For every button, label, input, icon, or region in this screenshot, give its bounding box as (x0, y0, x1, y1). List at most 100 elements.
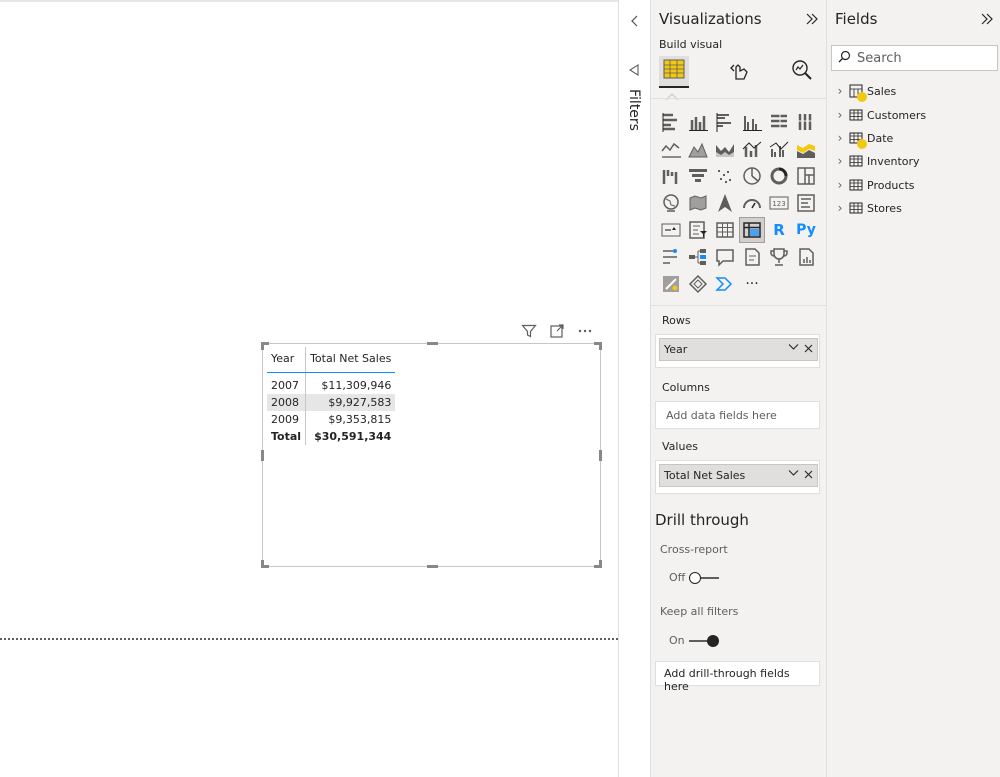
remove-field-icon[interactable] (804, 342, 813, 356)
power-apps-icon[interactable] (659, 272, 683, 296)
qa-icon[interactable] (713, 245, 737, 269)
focus-mode-icon[interactable] (548, 322, 566, 340)
cross-report-toggle[interactable]: Off (669, 571, 720, 584)
report-canvas[interactable]: Year Total Net Sales 2007 $11,309,946 20… (0, 0, 618, 777)
double-chevron-right-icon[interactable] (803, 10, 821, 28)
table-row[interactable]: 2009 $9,353,815 (267, 411, 396, 428)
resize-handle-right[interactable] (599, 450, 602, 461)
resize-handle-top-right[interactable] (594, 342, 602, 350)
waterfall-chart-icon[interactable] (659, 164, 683, 188)
chevron-right-icon[interactable]: › (835, 84, 845, 98)
field-table-name: Stores (867, 201, 902, 215)
line-chart-icon[interactable] (659, 137, 683, 161)
kpi-icon[interactable] (659, 218, 683, 242)
field-table-inventory[interactable]: › Inventory (835, 151, 920, 171)
chevron-right-icon[interactable]: › (835, 154, 845, 168)
more-visuals-icon[interactable]: ··· (740, 272, 764, 296)
rows-field-pill[interactable]: Year (659, 338, 818, 361)
drill-through-well[interactable]: Add drill-through fields here (655, 661, 820, 693)
resize-handle-bottom-right[interactable] (594, 560, 602, 568)
area-chart-icon[interactable] (686, 137, 710, 161)
100-stacked-bar-chart-icon[interactable] (767, 110, 791, 134)
column-header-total-net-sales[interactable]: Total Net Sales (305, 347, 396, 373)
field-table-stores[interactable]: › Stores (835, 198, 902, 218)
stacked-bar-chart-icon[interactable] (659, 110, 683, 134)
multi-row-card-icon[interactable] (794, 191, 818, 215)
decomposition-tree-icon[interactable] (686, 245, 710, 269)
values-field-pill[interactable]: Total Net Sales (659, 464, 818, 487)
line-and-clustered-column-icon[interactable] (767, 137, 791, 161)
resize-handle-bottom-left[interactable] (261, 560, 269, 568)
resize-handle-left[interactable] (261, 450, 264, 461)
chevron-right-icon[interactable]: › (835, 201, 845, 215)
more-options-icon[interactable] (576, 322, 594, 340)
filter-icon[interactable] (520, 322, 538, 340)
r-visual-icon[interactable]: R (767, 218, 791, 242)
100-stacked-column-chart-icon[interactable] (794, 110, 818, 134)
build-visual-tab[interactable] (659, 56, 689, 88)
chevron-right-icon[interactable]: › (835, 131, 845, 145)
analytics-tab[interactable] (787, 56, 817, 88)
treemap-icon[interactable] (794, 164, 818, 188)
key-influencers-icon[interactable] (659, 245, 683, 269)
chevron-down-icon[interactable] (788, 469, 799, 480)
clustered-column-chart-icon[interactable] (740, 110, 764, 134)
filters-expand[interactable]: Filters (626, 62, 642, 131)
filled-map-icon[interactable] (686, 191, 710, 215)
funnel-icon[interactable] (686, 164, 710, 188)
table-icon[interactable] (713, 218, 737, 242)
drill-through-title: Drill through (655, 511, 749, 529)
chevron-left-icon[interactable] (627, 13, 643, 29)
table-icon (849, 154, 863, 168)
matrix-visual[interactable]: Year Total Net Sales 2007 $11,309,946 20… (261, 342, 602, 568)
remove-field-icon[interactable] (804, 468, 813, 482)
chevron-right-icon[interactable]: › (835, 178, 845, 192)
search-input[interactable]: Search (831, 45, 998, 71)
keep-all-filters-toggle[interactable]: On (669, 634, 719, 647)
table-row[interactable]: 2007 $11,309,946 (267, 372, 396, 394)
chevron-right-icon[interactable]: › (835, 108, 845, 122)
resize-handle-top-left[interactable] (261, 342, 269, 350)
field-table-customers[interactable]: › Customers (835, 105, 927, 125)
chevron-down-icon[interactable] (788, 343, 799, 354)
values-well[interactable]: Total Net Sales (655, 460, 820, 494)
field-table-sales[interactable]: › Sales (835, 81, 896, 102)
power-automate-icon[interactable] (686, 272, 710, 296)
metrics-icon[interactable] (767, 245, 791, 269)
smart-narrative-icon[interactable] (740, 245, 764, 269)
table-icon (849, 108, 863, 122)
stacked-column-chart-icon[interactable] (686, 110, 710, 134)
columns-well-label: Columns (662, 381, 710, 394)
map-icon[interactable] (659, 191, 683, 215)
table-row[interactable]: 2008 $9,927,583 (267, 394, 396, 411)
python-visual-icon[interactable]: Py (794, 218, 818, 242)
resize-handle-top[interactable] (427, 342, 438, 345)
filters-label: Filters (626, 89, 642, 131)
row-year: 2008 (267, 394, 306, 411)
scatter-chart-icon[interactable] (713, 164, 737, 188)
matrix-icon[interactable] (739, 217, 765, 243)
column-header-year[interactable]: Year (267, 347, 306, 373)
ribbon-chart-icon[interactable] (794, 137, 818, 161)
format-visual-tab[interactable] (724, 56, 754, 88)
double-chevron-right-icon[interactable] (978, 10, 996, 28)
donut-chart-icon[interactable] (767, 164, 791, 188)
azure-map-icon[interactable] (713, 191, 737, 215)
gauge-icon[interactable] (740, 191, 764, 215)
field-table-products[interactable]: › Products (835, 175, 915, 195)
power-automate-flow-icon[interactable] (713, 272, 737, 296)
field-table-date[interactable]: › Date (835, 128, 893, 149)
clustered-bar-chart-icon[interactable] (713, 110, 737, 134)
paginated-report-icon[interactable] (794, 245, 818, 269)
slicer-icon[interactable] (686, 218, 710, 242)
divider (651, 305, 827, 306)
stacked-area-chart-icon[interactable] (713, 137, 737, 161)
columns-well[interactable]: Add data fields here (655, 401, 820, 429)
pie-chart-icon[interactable] (740, 164, 764, 188)
line-and-stacked-column-icon[interactable] (740, 137, 764, 161)
resize-handle-bottom[interactable] (427, 565, 438, 568)
keep-all-filters-state: On (669, 634, 685, 647)
visual-header (520, 322, 594, 340)
card-icon[interactable]: 123 (767, 191, 791, 215)
rows-well[interactable]: Year (655, 334, 820, 368)
